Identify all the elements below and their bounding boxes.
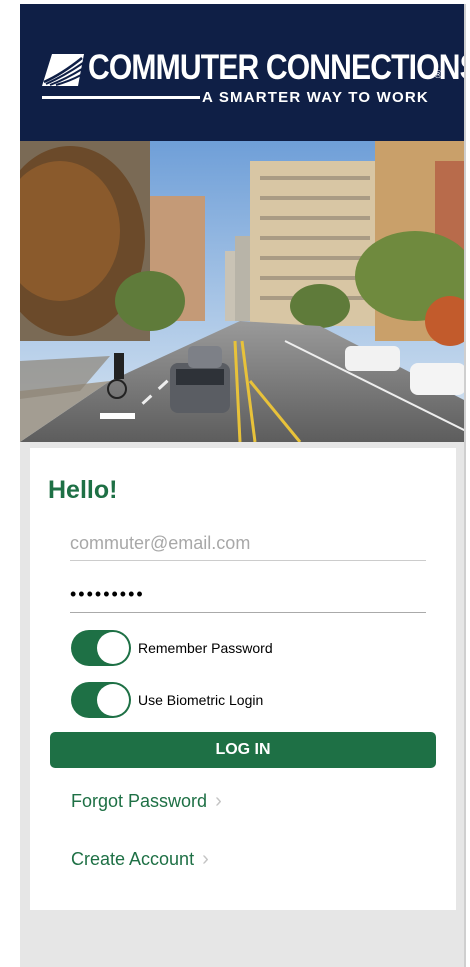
tagline-rule: [42, 96, 200, 99]
chevron-right-icon: ›: [202, 848, 209, 870]
toggle-knob: [97, 684, 129, 716]
app-header: COMMUTER CONNECTIONS ® A SMARTER WAY TO …: [20, 4, 470, 141]
chevron-right-icon: ›: [215, 790, 222, 812]
password-field[interactable]: [70, 576, 426, 613]
create-account-label: Create Account: [71, 849, 195, 869]
logo-mark-icon: [42, 54, 84, 86]
screen-edge: [464, 4, 466, 967]
remember-password-toggle[interactable]: [71, 630, 131, 666]
greeting-heading: Hello!: [48, 476, 118, 504]
biometric-login-toggle[interactable]: [71, 682, 131, 718]
forgot-password-label: Forgot Password: [71, 791, 208, 811]
brand-title: COMMUTER CONNECTIONS: [88, 48, 470, 87]
create-account-link[interactable]: Create Account ›: [71, 848, 209, 871]
email-field[interactable]: [70, 526, 426, 561]
login-card: Hello! Remember Password Use Biometric L…: [30, 448, 456, 910]
city-street-photo: [20, 141, 466, 442]
biometric-login-label: Use Biometric Login: [138, 692, 264, 708]
brand-tagline: A SMARTER WAY TO WORK: [202, 89, 429, 106]
street-illustration: [20, 141, 466, 442]
log-in-button[interactable]: LOG IN: [50, 732, 436, 768]
registered-mark: ®: [434, 69, 443, 81]
app-screen: COMMUTER CONNECTIONS ® A SMARTER WAY TO …: [20, 4, 470, 967]
remember-password-label: Remember Password: [138, 640, 273, 656]
forgot-password-link[interactable]: Forgot Password ›: [71, 790, 222, 813]
commuter-connections-logo: COMMUTER CONNECTIONS ® A SMARTER WAY TO …: [42, 48, 470, 114]
toggle-knob: [97, 632, 129, 664]
